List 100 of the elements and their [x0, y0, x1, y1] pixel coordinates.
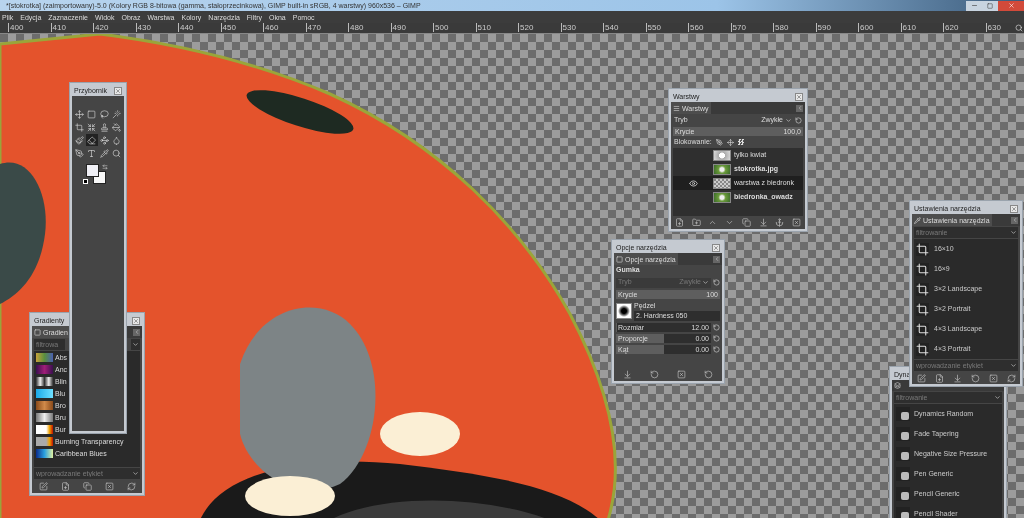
duplicate-icon	[82, 482, 92, 491]
tool-button[interactable]	[110, 147, 122, 159]
tab-menu-button[interactable]	[713, 255, 720, 263]
close-button[interactable]	[712, 243, 720, 252]
dropdown-button[interactable]	[1009, 360, 1018, 371]
brush-preview[interactable]	[616, 302, 632, 319]
close-button[interactable]	[795, 92, 803, 101]
tab-menu-button[interactable]	[796, 104, 803, 112]
tab-menu-icon	[133, 329, 140, 335]
new-icon	[934, 373, 944, 383]
close-button[interactable]	[1010, 204, 1018, 213]
delete-button[interactable]	[675, 368, 688, 381]
anchor-icon	[775, 218, 785, 227]
tool-button[interactable]	[110, 108, 122, 120]
crop-icon	[75, 122, 85, 132]
anchor-button[interactable]	[773, 216, 786, 229]
tool-button[interactable]	[110, 121, 122, 133]
tool-button[interactable]	[74, 121, 86, 133]
ruler-label: 550	[645, 23, 688, 32]
tab-menu-icon	[796, 105, 803, 111]
reset-icon	[713, 279, 720, 286]
dropdown-button[interactable]	[131, 468, 140, 479]
delete-button[interactable]	[103, 480, 115, 493]
ruler-label: 400	[8, 23, 51, 32]
save-icon	[952, 373, 962, 383]
lock-alpha-icon	[737, 139, 744, 145]
dropdown-button[interactable]	[1009, 227, 1018, 238]
close-button[interactable]	[132, 316, 140, 325]
save-button[interactable]	[621, 368, 634, 381]
close-icon	[796, 93, 802, 100]
tool-button[interactable]	[98, 147, 110, 159]
tool-button[interactable]	[74, 147, 86, 159]
ruler-label: 630	[985, 23, 1024, 32]
merge-button[interactable]	[757, 216, 770, 229]
foreground-color-swatch[interactable]	[86, 164, 99, 177]
zoom-icon	[1015, 24, 1023, 32]
close-button[interactable]	[114, 86, 122, 95]
new-button[interactable]	[59, 480, 71, 493]
save-button[interactable]	[951, 372, 963, 384]
delete-icon	[792, 218, 802, 227]
scale-icon	[87, 122, 97, 132]
refresh-button[interactable]	[1005, 372, 1017, 384]
tool-button[interactable]	[98, 108, 110, 120]
new-layer-button[interactable]	[673, 216, 686, 229]
tool-button[interactable]	[86, 134, 98, 146]
delete-button[interactable]	[987, 372, 999, 384]
tool-button[interactable]	[86, 108, 98, 120]
tool-button[interactable]	[74, 108, 86, 120]
restore-button[interactable]	[969, 372, 981, 384]
close-icon	[1011, 205, 1017, 212]
ruler-label: 560	[688, 23, 731, 32]
edit-icon	[916, 373, 926, 383]
tool-button[interactable]	[110, 134, 122, 146]
save-icon	[623, 370, 632, 379]
close-button[interactable]	[998, 0, 1024, 11]
paint-bucket-icon	[111, 122, 121, 132]
stamp-icon	[99, 122, 109, 132]
new-button[interactable]	[933, 372, 945, 384]
refresh-button[interactable]	[125, 480, 137, 493]
new-group-button[interactable]	[690, 216, 703, 229]
tab-icon	[914, 216, 921, 224]
tool-button[interactable]	[86, 147, 98, 159]
maximize-button[interactable]	[982, 0, 998, 11]
new-layer-icon	[674, 218, 684, 227]
delete-icon	[677, 370, 686, 379]
wand-icon	[111, 109, 121, 119]
tab-menu-button[interactable]	[133, 328, 140, 336]
reset-button[interactable]	[702, 368, 715, 381]
minimize-button[interactable]	[966, 0, 982, 11]
ruler-label: 470	[305, 23, 348, 32]
duplicate-button[interactable]	[81, 480, 93, 493]
ruler-label: 420	[93, 23, 136, 32]
restore-button[interactable]	[648, 368, 661, 381]
delete-icon	[988, 373, 998, 383]
tab-menu-button[interactable]	[1011, 216, 1018, 224]
duplicate-button[interactable]	[740, 216, 753, 229]
ruler-label: 440	[178, 23, 221, 32]
dropdown-icon	[132, 470, 139, 477]
tool-button[interactable]	[98, 134, 110, 146]
eraser-icon	[87, 135, 97, 145]
ruler-label: 410	[50, 23, 93, 32]
dropdown-button[interactable]	[993, 392, 1002, 403]
tool-button[interactable]	[74, 134, 86, 146]
delete-button[interactable]	[790, 216, 803, 229]
tool-button[interactable]	[98, 121, 110, 133]
dropdown-button[interactable]	[131, 339, 140, 350]
tab-menu-icon	[713, 256, 720, 262]
edit-button[interactable]	[37, 480, 49, 493]
edit-button[interactable]	[915, 372, 927, 384]
gradient-swatch	[36, 364, 53, 374]
rectangle-select-icon	[87, 109, 97, 119]
ruler-label: 500	[433, 23, 476, 32]
gradient-swatch	[36, 400, 53, 410]
ruler-label: 570	[730, 23, 773, 32]
ruler-label: 530	[560, 23, 603, 32]
tool-button[interactable]	[86, 121, 98, 133]
gradient-swatch	[36, 412, 53, 422]
ruler-label: 590	[815, 23, 858, 32]
reset-icon	[713, 346, 720, 353]
lock-pixels-icon	[715, 138, 723, 146]
